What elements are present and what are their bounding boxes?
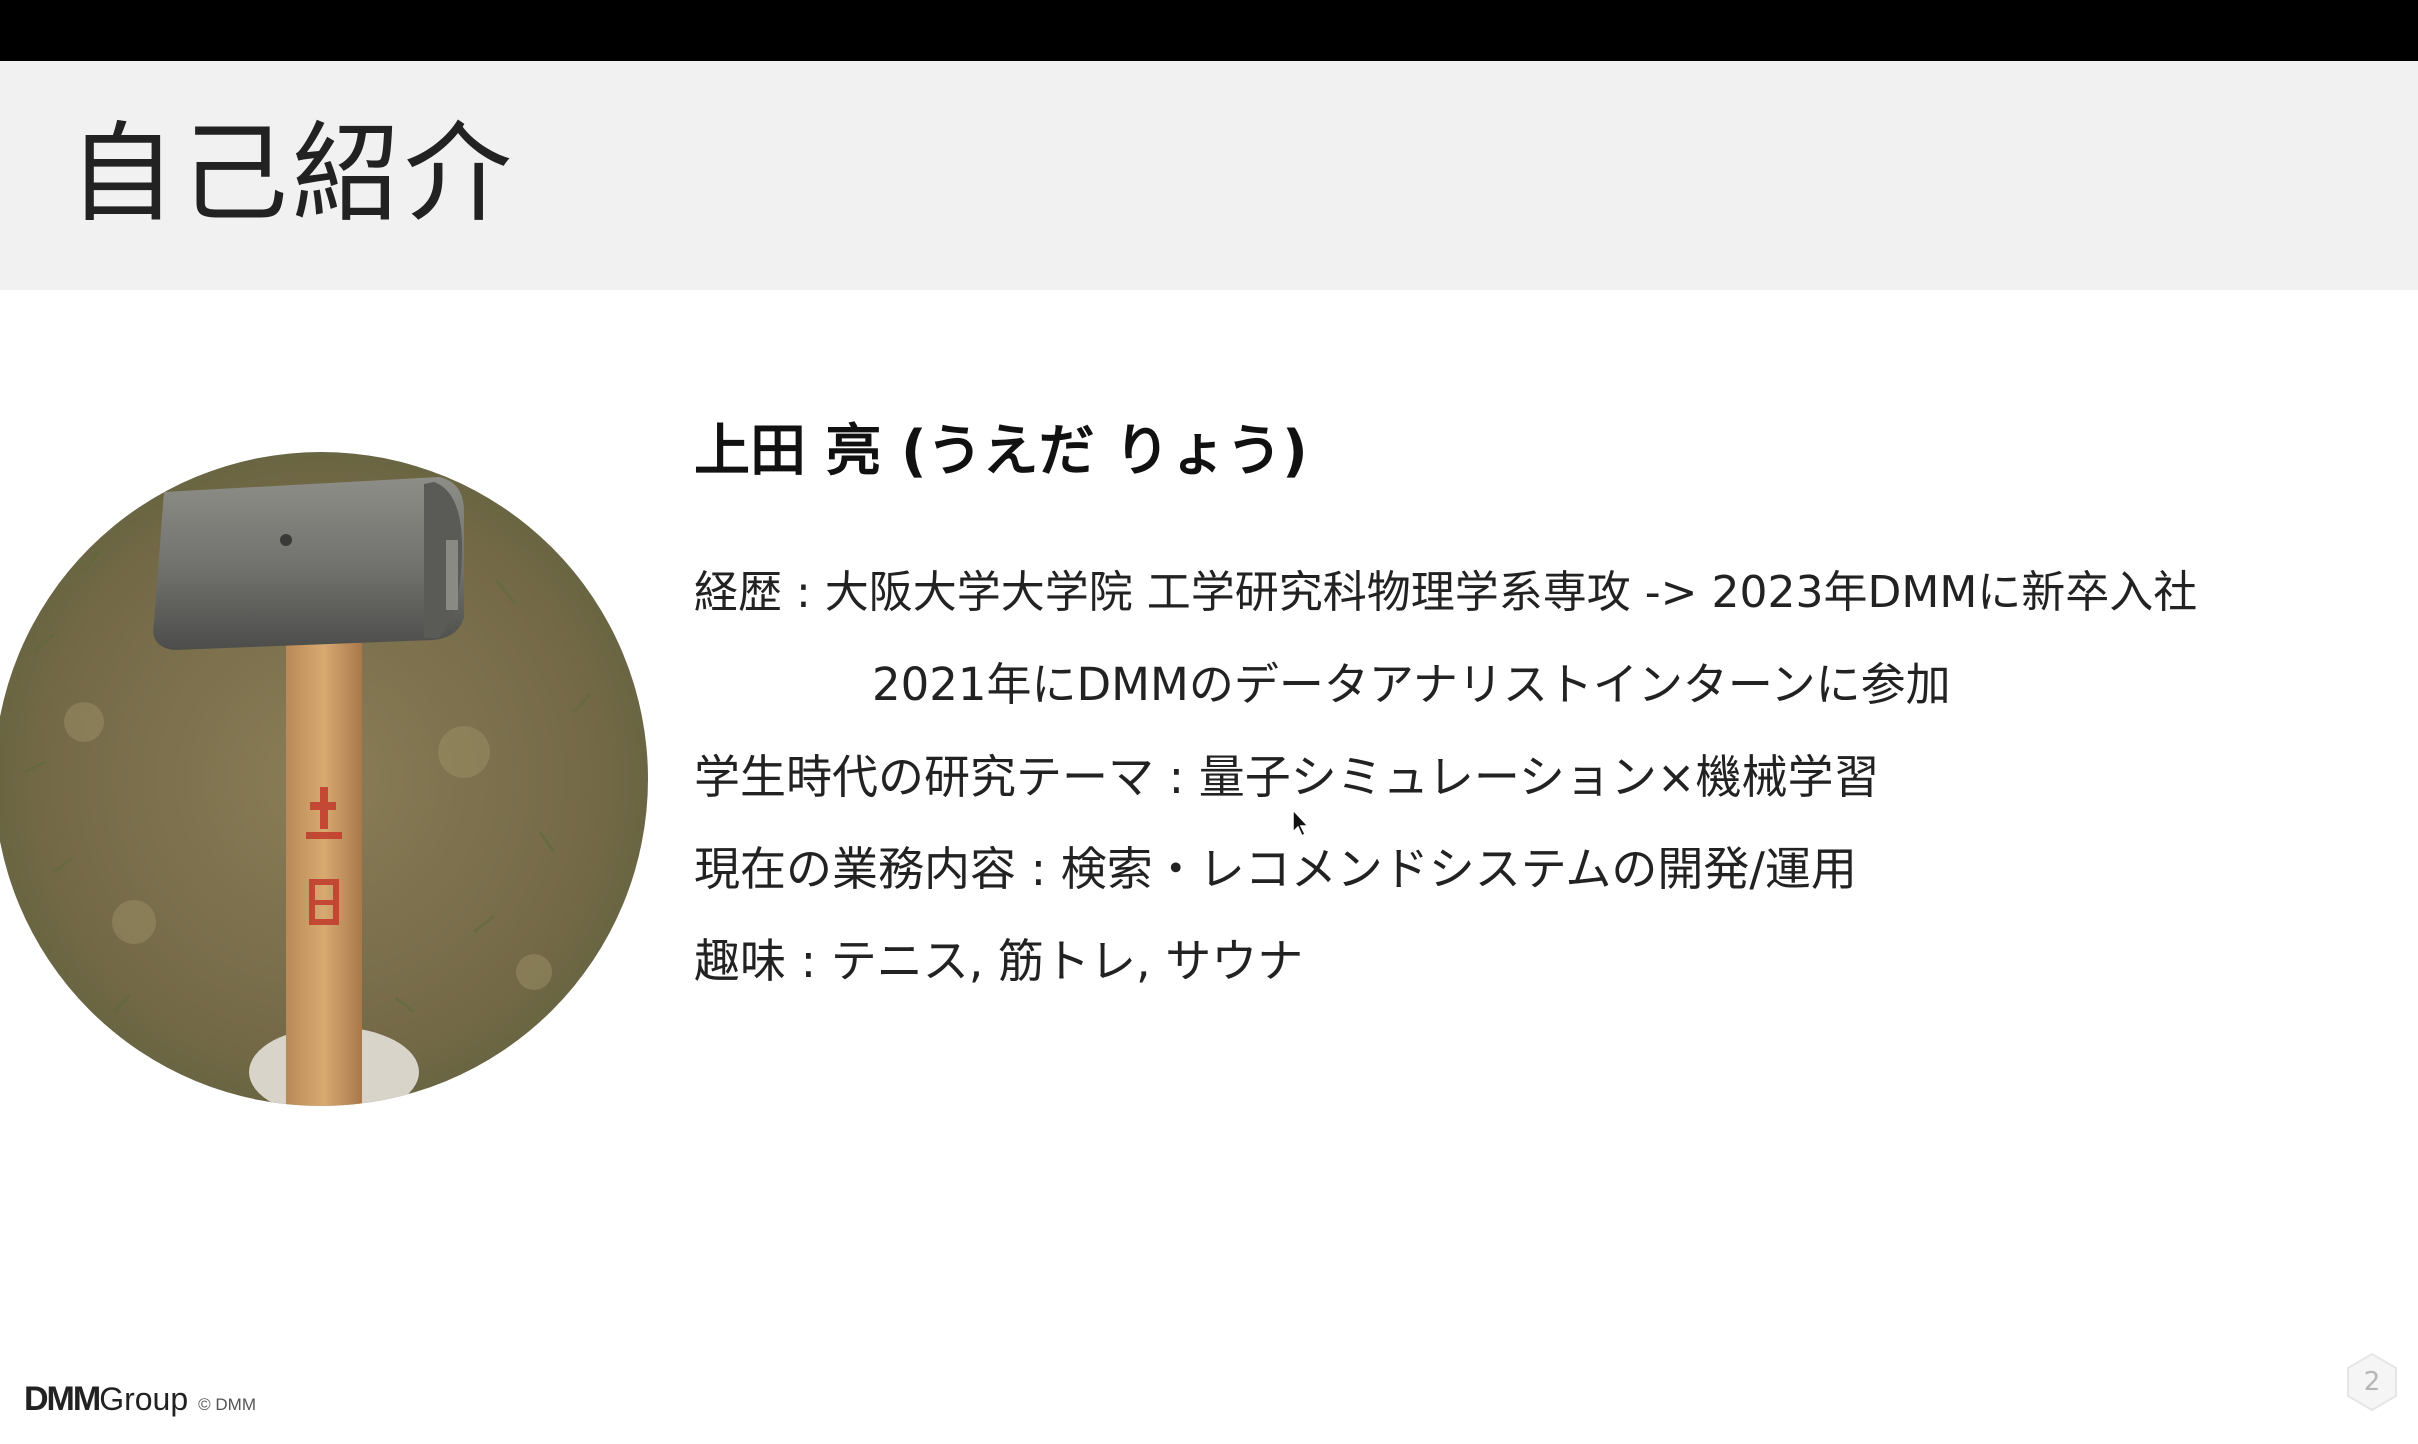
page-number: 2 xyxy=(2363,1367,2381,1397)
brand-mark: DMM xyxy=(24,1380,101,1418)
profile-name: 上田 亮 (うえだ りょう) xyxy=(694,419,1308,484)
brand-group-text: Group xyxy=(99,1381,189,1417)
profile-photo xyxy=(0,452,648,1106)
internship-line: 2021年にDMMのデータアナリストインターンに参加 xyxy=(872,658,1951,711)
slide-title: 自己紹介 xyxy=(68,112,517,237)
career-line: 経歴 : 大阪大学大学院 工学研究科物理学系専攻 -> 2023年DMMに新卒入… xyxy=(694,567,2198,618)
mouse-cursor-icon xyxy=(1291,808,1311,838)
top-black-bar xyxy=(0,0,2418,61)
footer-logo: DMMGroup © DMM xyxy=(24,1380,256,1419)
page-number-badge: 2 xyxy=(2342,1352,2402,1412)
research-theme-line: 学生時代の研究テーマ : 量子シミュレーション×機械学習 xyxy=(694,750,1880,804)
hobbies-line: 趣味 : テニス, 筋トレ, サウナ xyxy=(694,934,1304,988)
current-work-line: 現在の業務内容 : 検索・レコメンドシステムの開発/運用 xyxy=(694,842,1857,896)
copyright-text: © DMM xyxy=(198,1395,256,1414)
